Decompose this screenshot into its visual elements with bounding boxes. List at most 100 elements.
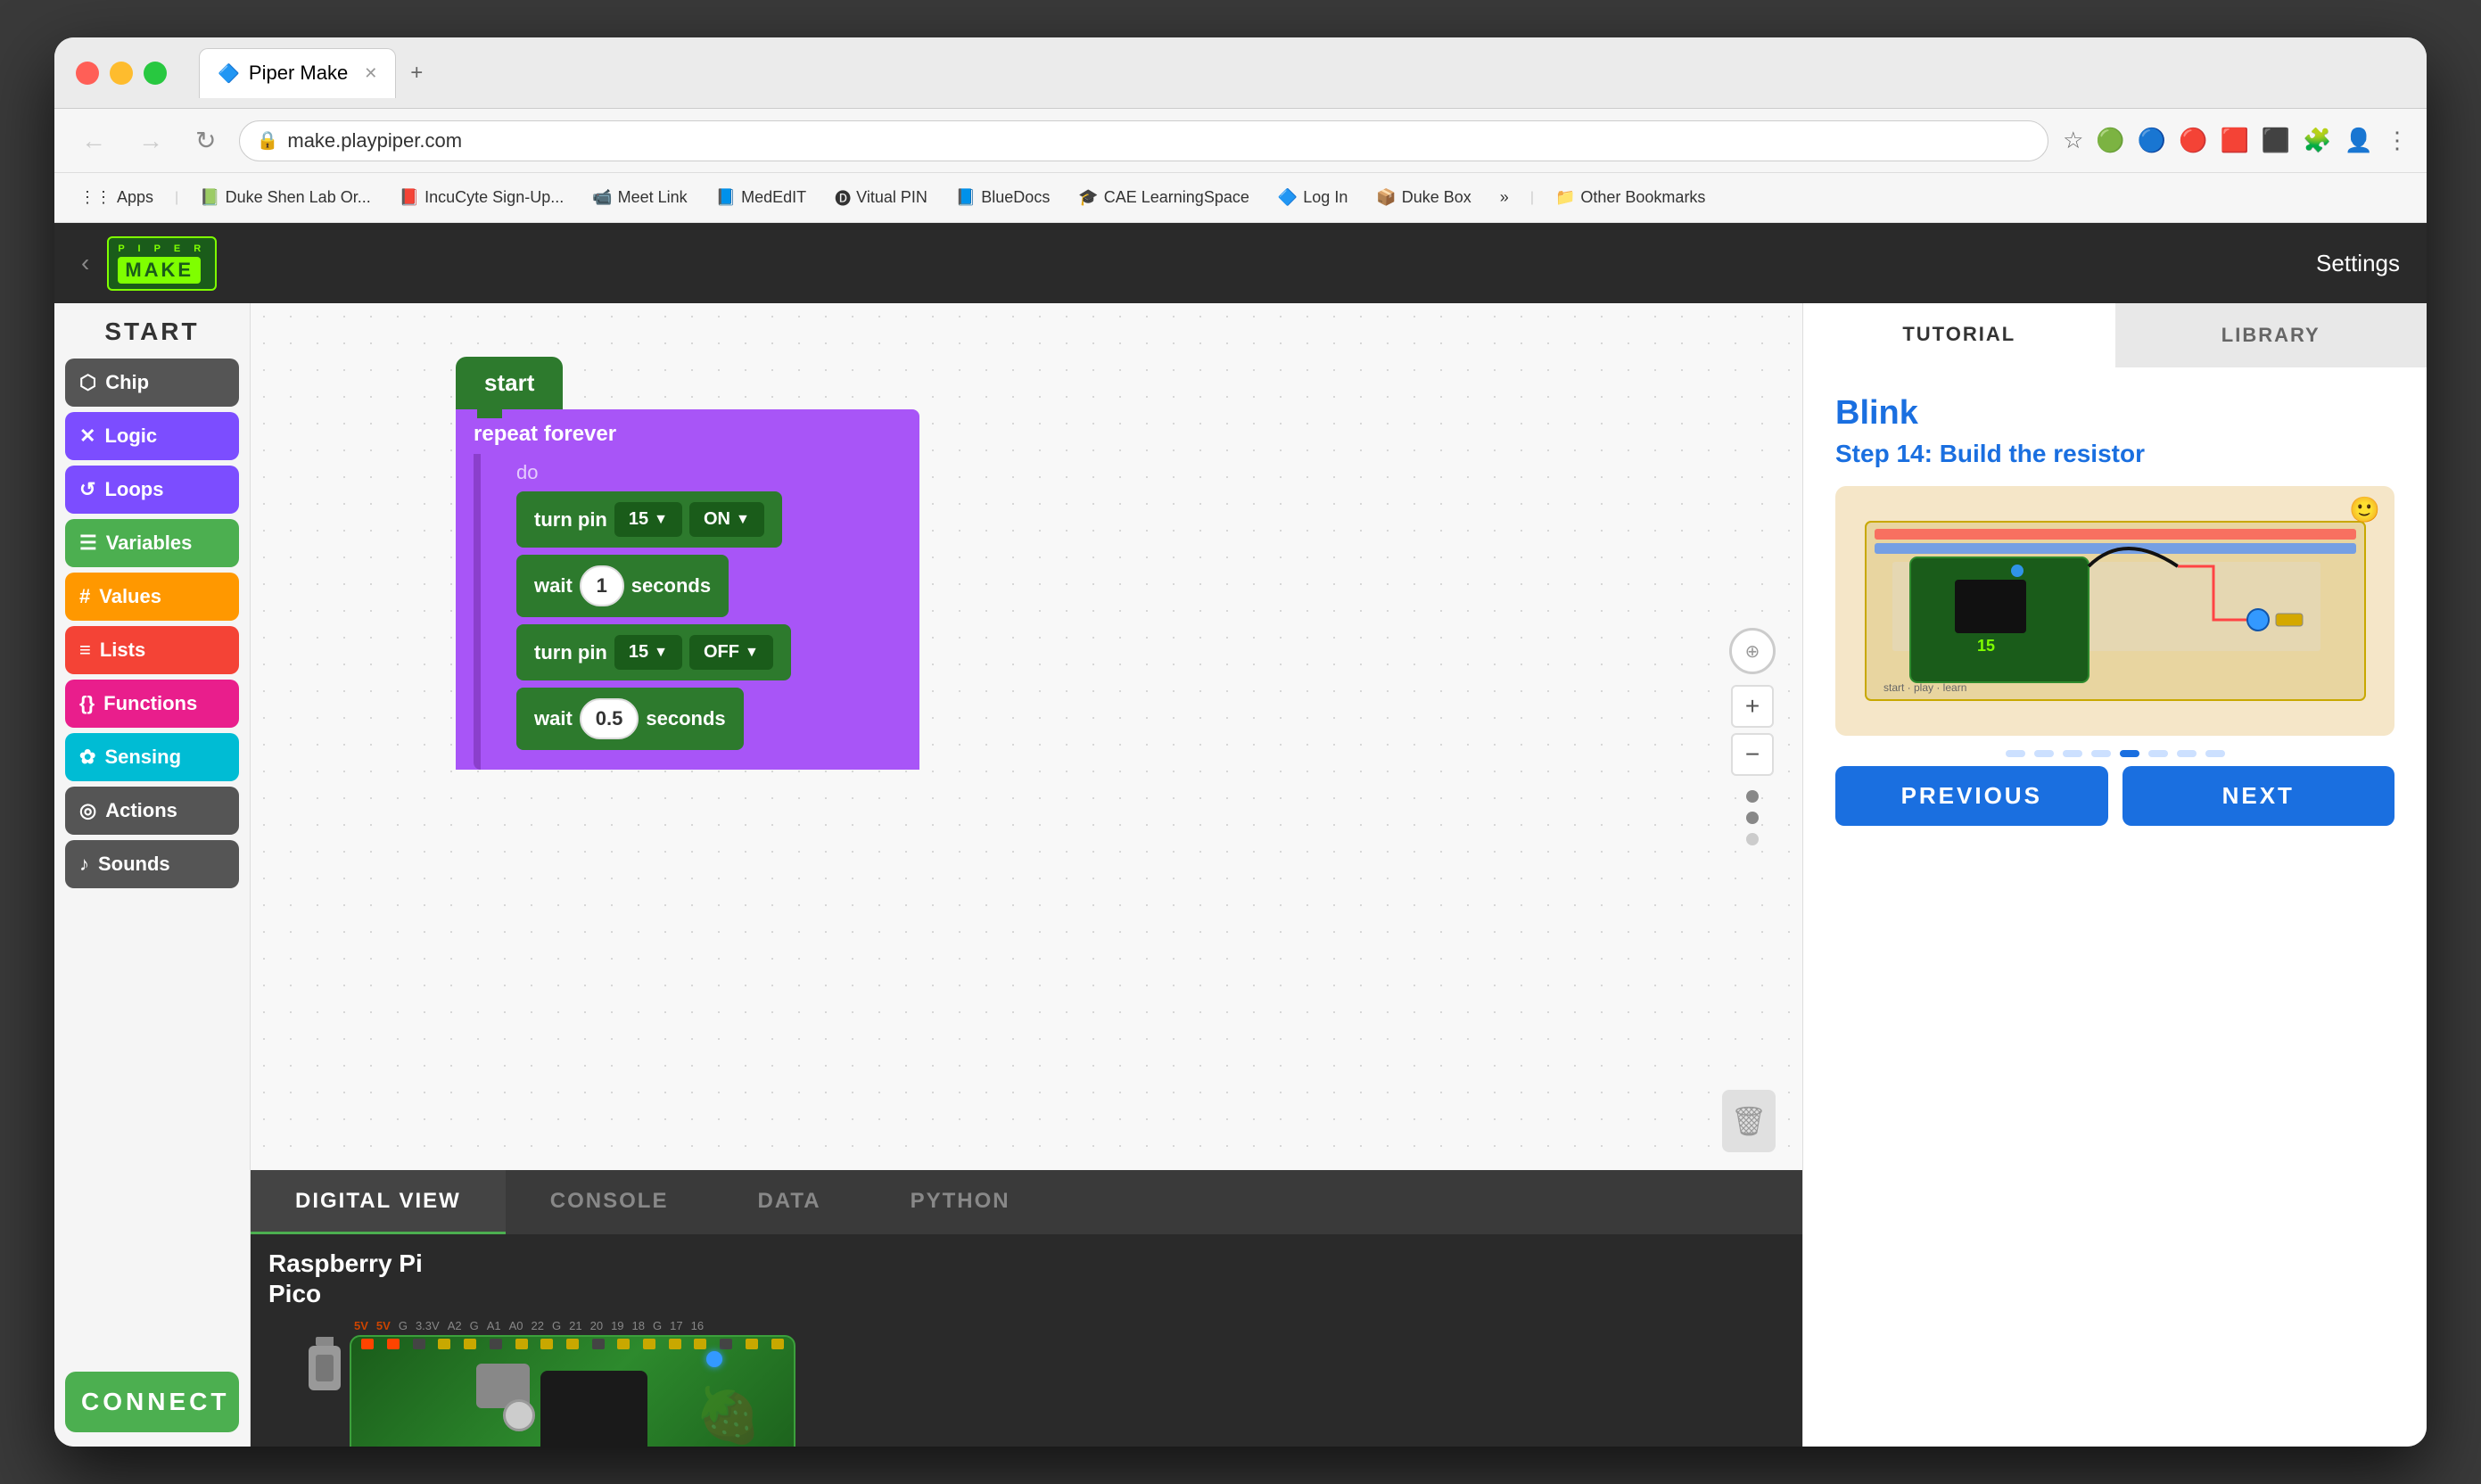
connect-button[interactable]: CONNECT (65, 1372, 239, 1432)
avatar-button[interactable]: 👤 (2345, 127, 2373, 154)
sidebar-lists-label: Lists (100, 639, 145, 662)
sidebar-variables-label: Variables (106, 532, 193, 555)
tab-console[interactable]: CONSOLE (506, 1170, 713, 1234)
tutorial-tabs: TUTORIAL LIBRARY (1803, 303, 2427, 367)
sidebar-actions-label: Actions (105, 799, 177, 822)
pin-dropdown-1[interactable]: 15 ▼ (614, 502, 682, 537)
traffic-lights (76, 62, 167, 85)
ext-button-1[interactable]: 🟥 (2221, 127, 2249, 154)
tab-library[interactable]: LIBRARY (2115, 303, 2427, 367)
star-button[interactable]: ☆ (2063, 127, 2083, 154)
wait-2-block[interactable]: wait 0.5 seconds (516, 688, 744, 750)
extensions-button[interactable]: 🧩 (2303, 127, 2331, 154)
bookmark-meet[interactable]: 📹 Meet Link (581, 183, 697, 212)
sensing-icon: ✿ (79, 746, 95, 769)
zoom-out-button[interactable]: − (1731, 733, 1774, 776)
sidebar-item-variables[interactable]: ☰ Variables (65, 519, 239, 567)
functions-icon: {} (79, 692, 95, 715)
bookmark-dukebox[interactable]: 📦 Duke Box (1365, 183, 1481, 212)
start-block[interactable]: start (456, 357, 563, 409)
bookmark-incucyte-icon: 📕 (400, 188, 419, 207)
zoom-in-button[interactable]: + (1731, 685, 1774, 728)
previous-button[interactable]: PREVIOUS (1835, 766, 2108, 826)
dot-2 (2034, 750, 2054, 757)
bookmarks-bar: ⋮⋮ Apps | 📗 Duke Shen Lab Or... 📕 IncuCy… (54, 173, 2427, 223)
sidebar-item-lists[interactable]: ≡ Lists (65, 626, 239, 674)
ext-button-2[interactable]: ⬛ (2262, 127, 2290, 154)
url-bar[interactable]: 🔒 make.playpiper.com (239, 120, 2048, 161)
off-dropdown-arrow: ▼ (745, 645, 759, 661)
settings-button[interactable]: Settings (2316, 250, 2400, 277)
sidebar-item-sounds[interactable]: ♪ Sounds (65, 840, 239, 888)
bookmark-bluedocs-icon: 📘 (956, 188, 976, 207)
trash-button[interactable]: 🗑 (1722, 1090, 1776, 1152)
sidebar-item-loops[interactable]: ↺ Loops (65, 466, 239, 514)
minimize-button[interactable] (110, 62, 133, 85)
raspberry-logo: 🍓 (695, 1384, 762, 1447)
pin-dropdown-2[interactable]: 15 ▼ (614, 635, 682, 670)
bookmark-other[interactable]: 📁 Other Bookmarks (1545, 183, 1716, 212)
compass-button[interactable]: ⊕ (1729, 628, 1776, 674)
turn-pin-on-row: turn pin 15 ▼ ON ▼ (516, 491, 894, 548)
sidebar-item-chip[interactable]: ⬡ Chip (65, 359, 239, 407)
bookmark-vpin[interactable]: 🅓 Vitual PIN (824, 181, 938, 215)
sidebar-item-logic[interactable]: ✕ Logic (65, 412, 239, 460)
bookmark-bluedocs[interactable]: 📘 BlueDocs (945, 183, 1060, 212)
turn-pin-off-block[interactable]: turn pin 15 ▼ OFF ▼ (516, 624, 791, 680)
back-button[interactable]: ← (72, 121, 115, 161)
tab-digital-view[interactable]: DIGITAL VIEW (251, 1170, 506, 1234)
pico-led (706, 1351, 722, 1367)
tab-python[interactable]: PYTHON (866, 1170, 1055, 1234)
bookmark-duke-label: Duke Shen Lab Or... (226, 188, 371, 207)
zoom-dot-2 (1746, 812, 1759, 824)
off-dropdown[interactable]: OFF ▼ (689, 635, 773, 670)
sidebar-item-actions[interactable]: ◎ Actions (65, 787, 239, 835)
refresh-button[interactable]: ↻ (186, 120, 225, 161)
next-button[interactable]: NEXT (2122, 766, 2395, 826)
wait-1-block[interactable]: wait 1 seconds (516, 555, 729, 617)
adblock-button[interactable]: 🔴 (2179, 127, 2207, 154)
dot-5 (2120, 750, 2139, 757)
close-button[interactable] (76, 62, 99, 85)
active-tab[interactable]: 🔷 Piper Make ✕ (199, 48, 396, 98)
nav-actions: ☆ 🟢 🔵 🔴 🟥 ⬛ 🧩 👤 ⋮ (2063, 127, 2409, 154)
turn-pin-on-block[interactable]: turn pin 15 ▼ ON ▼ (516, 491, 782, 548)
profile-button[interactable]: 🟢 (2096, 127, 2124, 154)
bookmark-mededit[interactable]: 📘 MedEdIT (705, 183, 817, 212)
app-back-button[interactable]: ‹ (81, 249, 89, 277)
svg-text:start · play · learn: start · play · learn (1883, 681, 1966, 694)
bookmark-cae[interactable]: 🎓 CAE LearningSpace (1067, 183, 1260, 212)
tab-data[interactable]: DATA (713, 1170, 865, 1234)
bookmark-login[interactable]: 🔷 Log In (1267, 183, 1358, 212)
bookmark-apps[interactable]: ⋮⋮ Apps (69, 183, 164, 212)
wait-value-2[interactable]: 0.5 (580, 698, 639, 739)
bottom-content: Raspberry Pi Pico (251, 1234, 1802, 1447)
wait-value-1[interactable]: 1 (580, 565, 624, 606)
maximize-button[interactable] (144, 62, 167, 85)
zoom-controls: ⊕ + − (1729, 628, 1776, 845)
sync-button[interactable]: 🔵 (2138, 127, 2166, 154)
sidebar-values-label: Values (99, 585, 161, 608)
sidebar-item-values[interactable]: # Values (65, 573, 239, 621)
svg-text:15: 15 (1977, 637, 1995, 655)
bookmark-more[interactable]: » (1489, 183, 1520, 212)
bookmark-dukebox-label: Duke Box (1402, 188, 1471, 207)
tab-close-button[interactable]: ✕ (364, 64, 377, 83)
bookmark-duke[interactable]: 📗 Duke Shen Lab Or... (189, 183, 382, 212)
tab-icon: 🔷 (218, 62, 240, 85)
pico-button[interactable] (503, 1399, 535, 1431)
sidebar-logic-label: Logic (104, 425, 157, 448)
bookmark-incucyte[interactable]: 📕 IncuCyte Sign-Up... (389, 183, 575, 212)
tab-tutorial[interactable]: TUTORIAL (1803, 303, 2115, 367)
dot-1 (2006, 750, 2025, 757)
repeat-block[interactable]: repeat forever do turn pin 15 (456, 409, 919, 770)
tutorial-content: Blink Step 14: Build the resistor (1803, 367, 2427, 1447)
more-button[interactable]: ⋮ (2386, 127, 2409, 154)
tutorial-title: Blink (1835, 394, 2394, 433)
new-tab-button[interactable]: + (410, 61, 423, 86)
forward-button[interactable]: → (129, 121, 172, 161)
on-dropdown[interactable]: ON ▼ (689, 502, 764, 537)
sidebar-item-sensing[interactable]: ✿ Sensing (65, 733, 239, 781)
sidebar-item-functions[interactable]: {} Functions (65, 680, 239, 728)
dot-4 (2091, 750, 2111, 757)
